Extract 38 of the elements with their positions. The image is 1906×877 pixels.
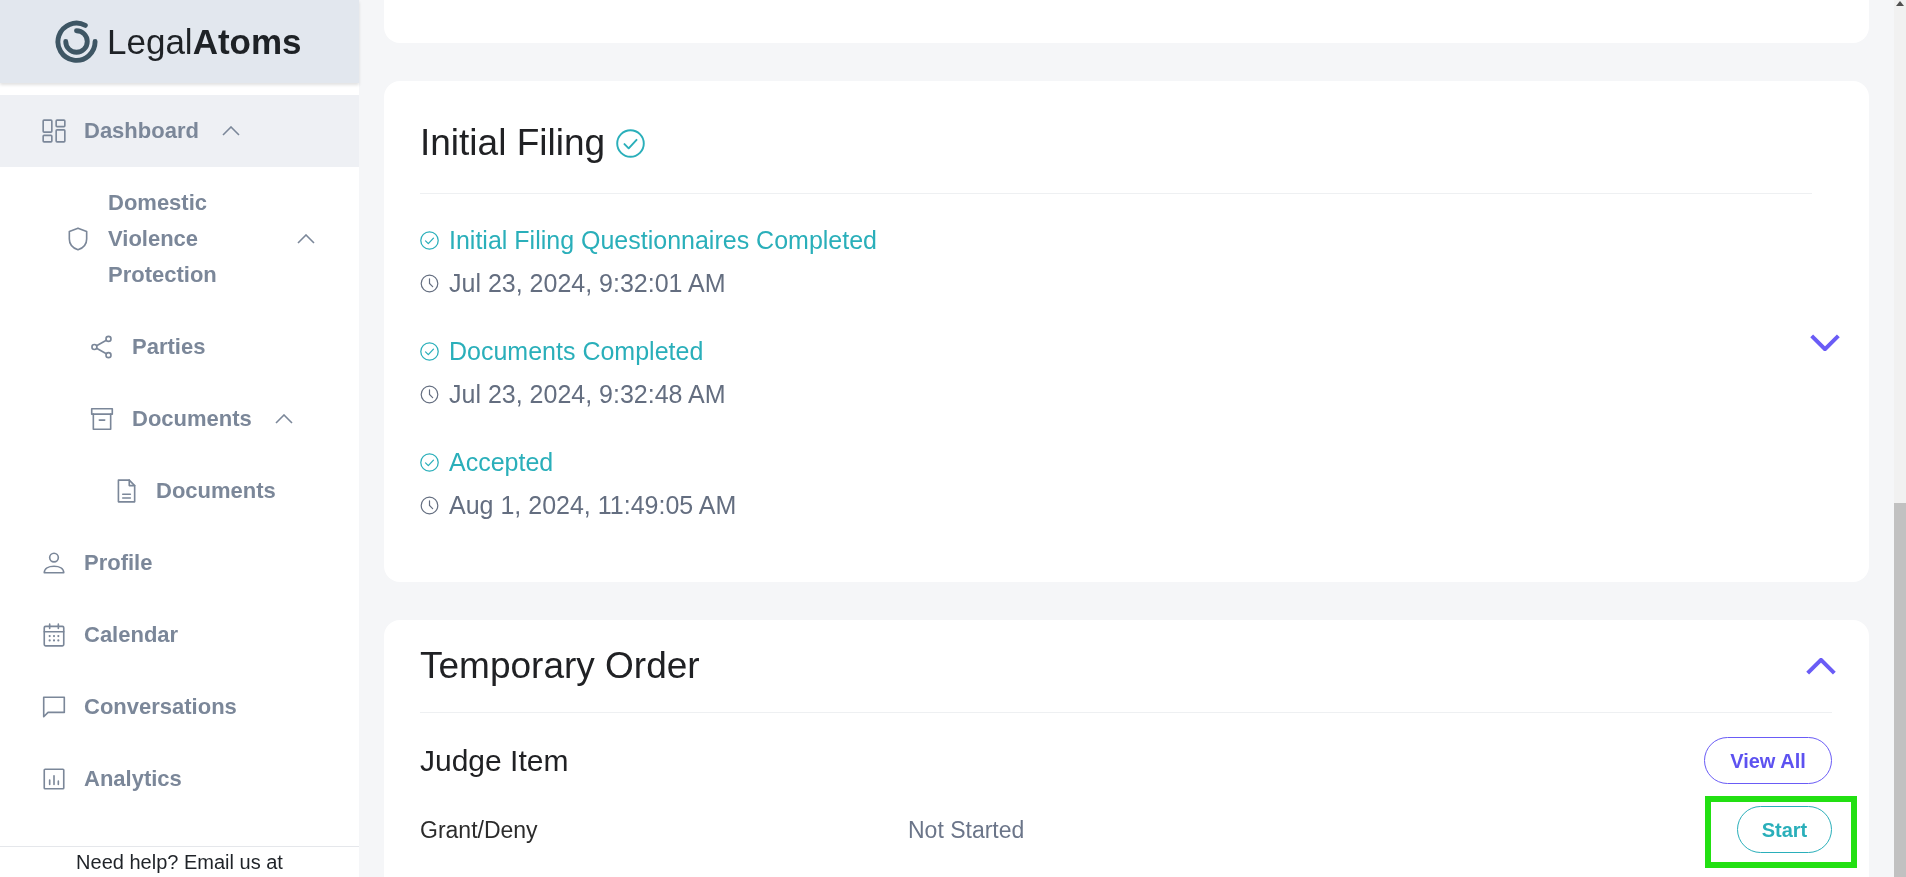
share-icon <box>89 334 115 360</box>
event-time: Aug 1, 2024, 11:49:05 AM <box>449 490 737 520</box>
check-circle-icon <box>420 341 439 361</box>
task-status: Not Started <box>908 815 1026 844</box>
logo-icon <box>54 19 99 64</box>
event-time: Jul 23, 2024, 9:32:01 AM <box>449 268 726 298</box>
help-text: Need help? Email us at <box>76 851 283 873</box>
event-status: Documents Completed <box>449 336 704 366</box>
clock-icon <box>420 273 439 293</box>
sidebar-item[interactable]: Dashboard <box>0 95 359 167</box>
user-icon <box>41 550 67 576</box>
archive-box-icon <box>89 406 115 432</box>
start-button[interactable]: Start <box>1737 806 1832 853</box>
chevron-up-icon[interactable] <box>221 126 240 136</box>
clock-icon <box>420 495 439 515</box>
chevron-up-icon[interactable] <box>297 234 315 244</box>
section-title: Initial Filing <box>420 122 606 164</box>
task-name: Grant/Deny <box>420 815 539 844</box>
check-circle-icon <box>420 230 439 250</box>
scrollbar[interactable] <box>1894 0 1906 877</box>
section-title: Temporary Order <box>420 645 700 687</box>
clock-icon <box>420 384 439 404</box>
chat-bubble-icon <box>41 694 67 720</box>
bar-chart-icon <box>41 766 67 792</box>
event-status: Accepted <box>449 447 554 477</box>
check-circle-icon <box>420 452 439 472</box>
event-time: Jul 23, 2024, 9:32:48 AM <box>449 379 726 409</box>
chevron-up-icon[interactable] <box>1806 657 1836 675</box>
logo-text: LegalAtoms <box>107 21 302 62</box>
group-title: Judge Item <box>420 742 569 779</box>
view-all-button[interactable]: View All <box>1704 737 1832 784</box>
event-status: Initial Filing Questionnaires Completed <box>449 225 877 255</box>
chevron-up-icon[interactable] <box>274 414 293 424</box>
chevron-down-icon[interactable] <box>1810 334 1840 351</box>
grid-icon <box>41 118 67 144</box>
calendar-icon <box>41 622 67 648</box>
scrollbar-thumb[interactable] <box>1894 503 1906 877</box>
scroll-up-arrow-icon[interactable] <box>1896 1 1904 6</box>
